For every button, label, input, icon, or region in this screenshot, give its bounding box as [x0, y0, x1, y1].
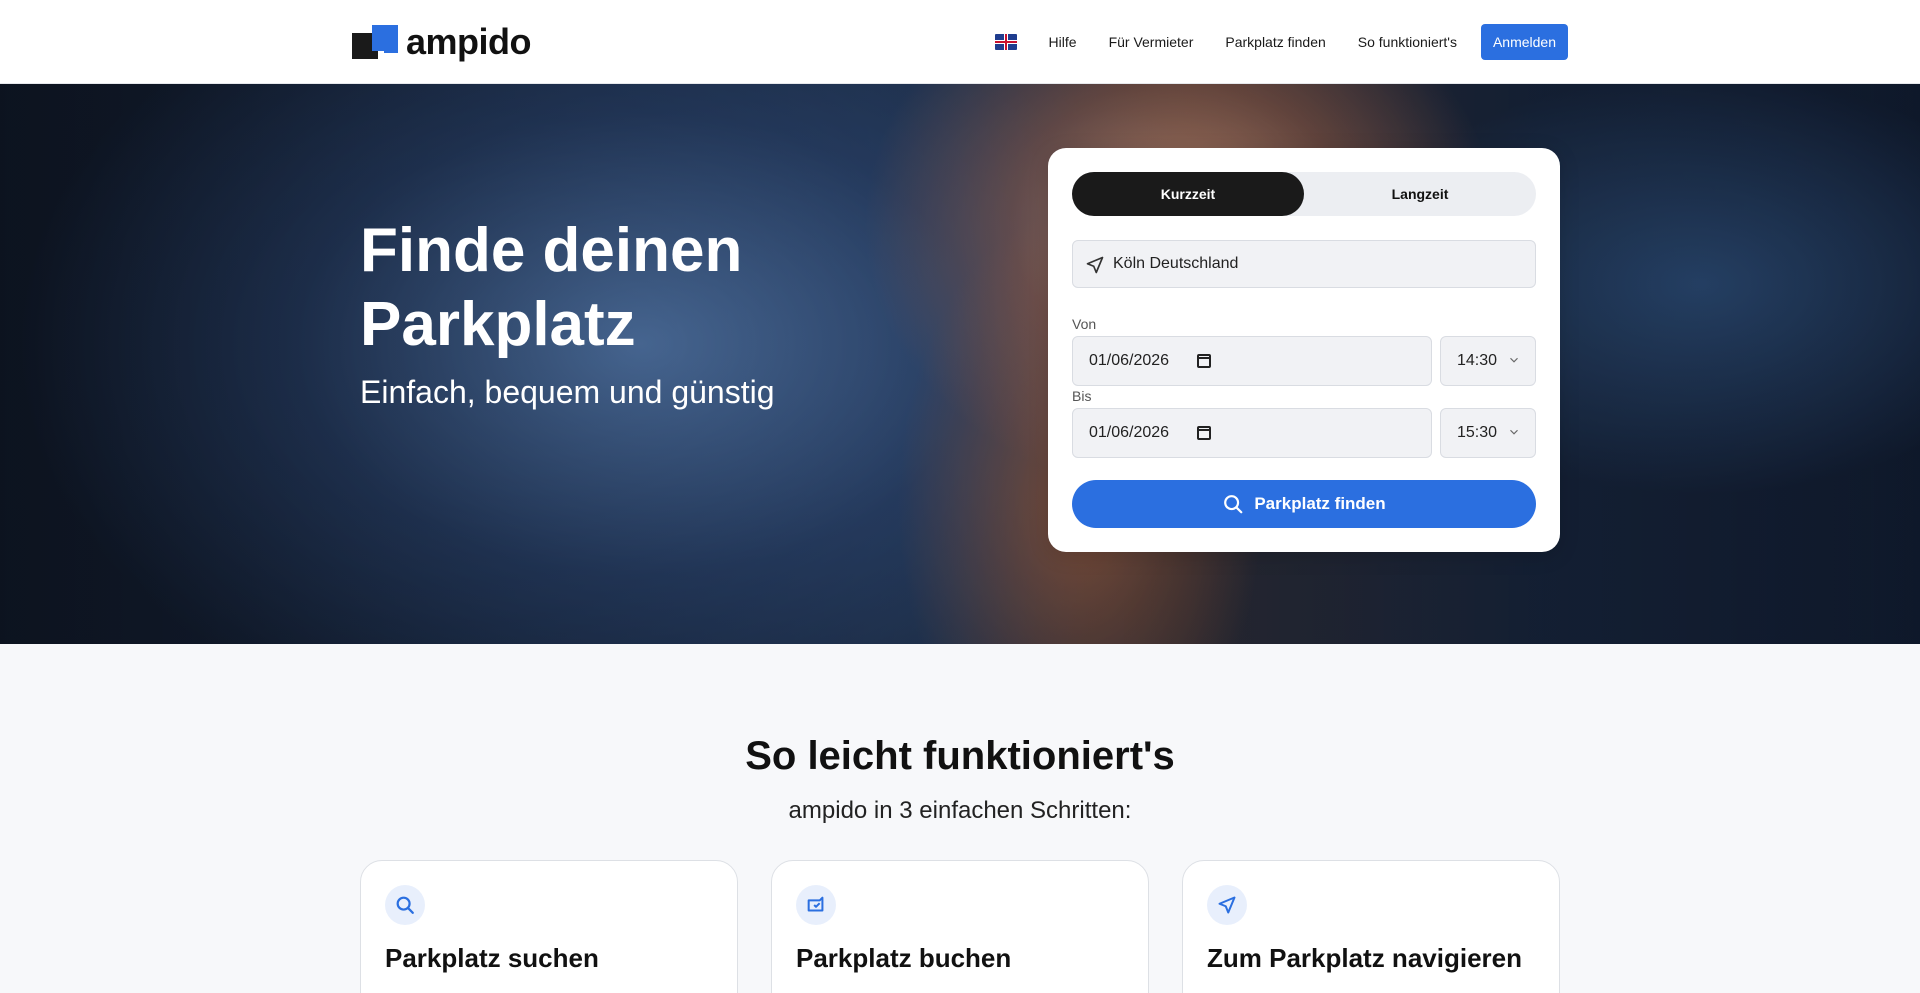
step-title: Parkplatz suchen	[385, 943, 599, 973]
hero-title: Finde deinen Parkplatz	[360, 216, 743, 359]
calendar-icon[interactable]	[1197, 354, 1211, 368]
chevron-down-icon	[1510, 357, 1518, 363]
from-time-value: 14:30	[1457, 352, 1498, 369]
from-label: Von	[1072, 316, 1097, 332]
how-it-works-subtitle: ampido in 3 einfachen Schritten:	[788, 797, 1132, 824]
main-nav: Hilfe Für Vermieter Parkplatz finden So …	[994, 24, 1568, 60]
to-date-input[interactable]: 01/06/2026	[1072, 408, 1432, 458]
site-header: ampido Hilfe Für Vermieter Parkplatz fin…	[0, 0, 1920, 84]
nav-link-parkplatz-finden[interactable]: Parkplatz finden	[1225, 34, 1325, 50]
login-button[interactable]: Anmelden	[1480, 24, 1568, 60]
step-card-navigate: Zum Parkplatz navigieren	[1182, 860, 1560, 993]
find-parking-label: Parkplatz finden	[1254, 494, 1386, 513]
ampido-logo[interactable]: ampido	[352, 21, 532, 62]
step-card-book: Parkplatz buchen	[771, 860, 1149, 993]
to-time-select[interactable]: 15:30	[1440, 408, 1536, 458]
nav-link-hilfe[interactable]: Hilfe	[1049, 34, 1077, 50]
duration-toggle: Kurzzeit Langzeit	[1072, 172, 1536, 216]
how-it-works-title: So leicht funktioniert's	[745, 734, 1175, 778]
tab-langzeit[interactable]: Langzeit	[1304, 172, 1536, 216]
step-title: Zum Parkplatz navigieren	[1207, 943, 1522, 973]
location-value: Köln Deutschland	[1113, 255, 1239, 272]
step-title: Parkplatz buchen	[796, 943, 1012, 973]
search-icon	[385, 885, 425, 925]
from-date-value: 01/06/2026	[1089, 352, 1170, 369]
nav-link-so-funktionierts[interactable]: So funktioniert's	[1358, 34, 1457, 50]
to-date-value: 01/06/2026	[1089, 424, 1170, 441]
search-card: Kurzzeit Langzeit Köln Deutschland Von 0…	[1048, 148, 1560, 552]
tab-kurzzeit[interactable]: Kurzzeit	[1072, 172, 1304, 216]
logo-text: ampido	[406, 21, 532, 62]
navigation-arrow-icon	[1086, 256, 1104, 274]
find-parking-button[interactable]: Parkplatz finden	[1072, 480, 1536, 528]
nav-link-fuer-vermieter[interactable]: Für Vermieter	[1109, 34, 1194, 50]
navigation-icon	[1207, 885, 1247, 925]
hero-text: Finde deinen Parkplatz Einfach, bequem u…	[360, 214, 880, 411]
calendar-icon[interactable]	[1197, 426, 1211, 440]
location-input[interactable]: Köln Deutschland	[1072, 240, 1536, 288]
step-card-search: Parkplatz suchen	[360, 860, 738, 993]
from-date-input[interactable]: 01/06/2026	[1072, 336, 1432, 386]
search-icon	[1224, 495, 1243, 514]
chevron-down-icon	[1510, 429, 1518, 435]
logo-mark-icon	[352, 25, 398, 59]
from-time-select[interactable]: 14:30	[1440, 336, 1536, 386]
to-label: Bis	[1072, 388, 1092, 404]
uk-flag-icon[interactable]	[994, 34, 1017, 50]
hero-banner: Finde deinen Parkplatz Einfach, bequem u…	[0, 84, 1920, 644]
to-time-value: 15:30	[1457, 424, 1498, 441]
wallet-icon	[796, 885, 836, 925]
hero-subtitle: Einfach, bequem und günstig	[360, 374, 775, 410]
